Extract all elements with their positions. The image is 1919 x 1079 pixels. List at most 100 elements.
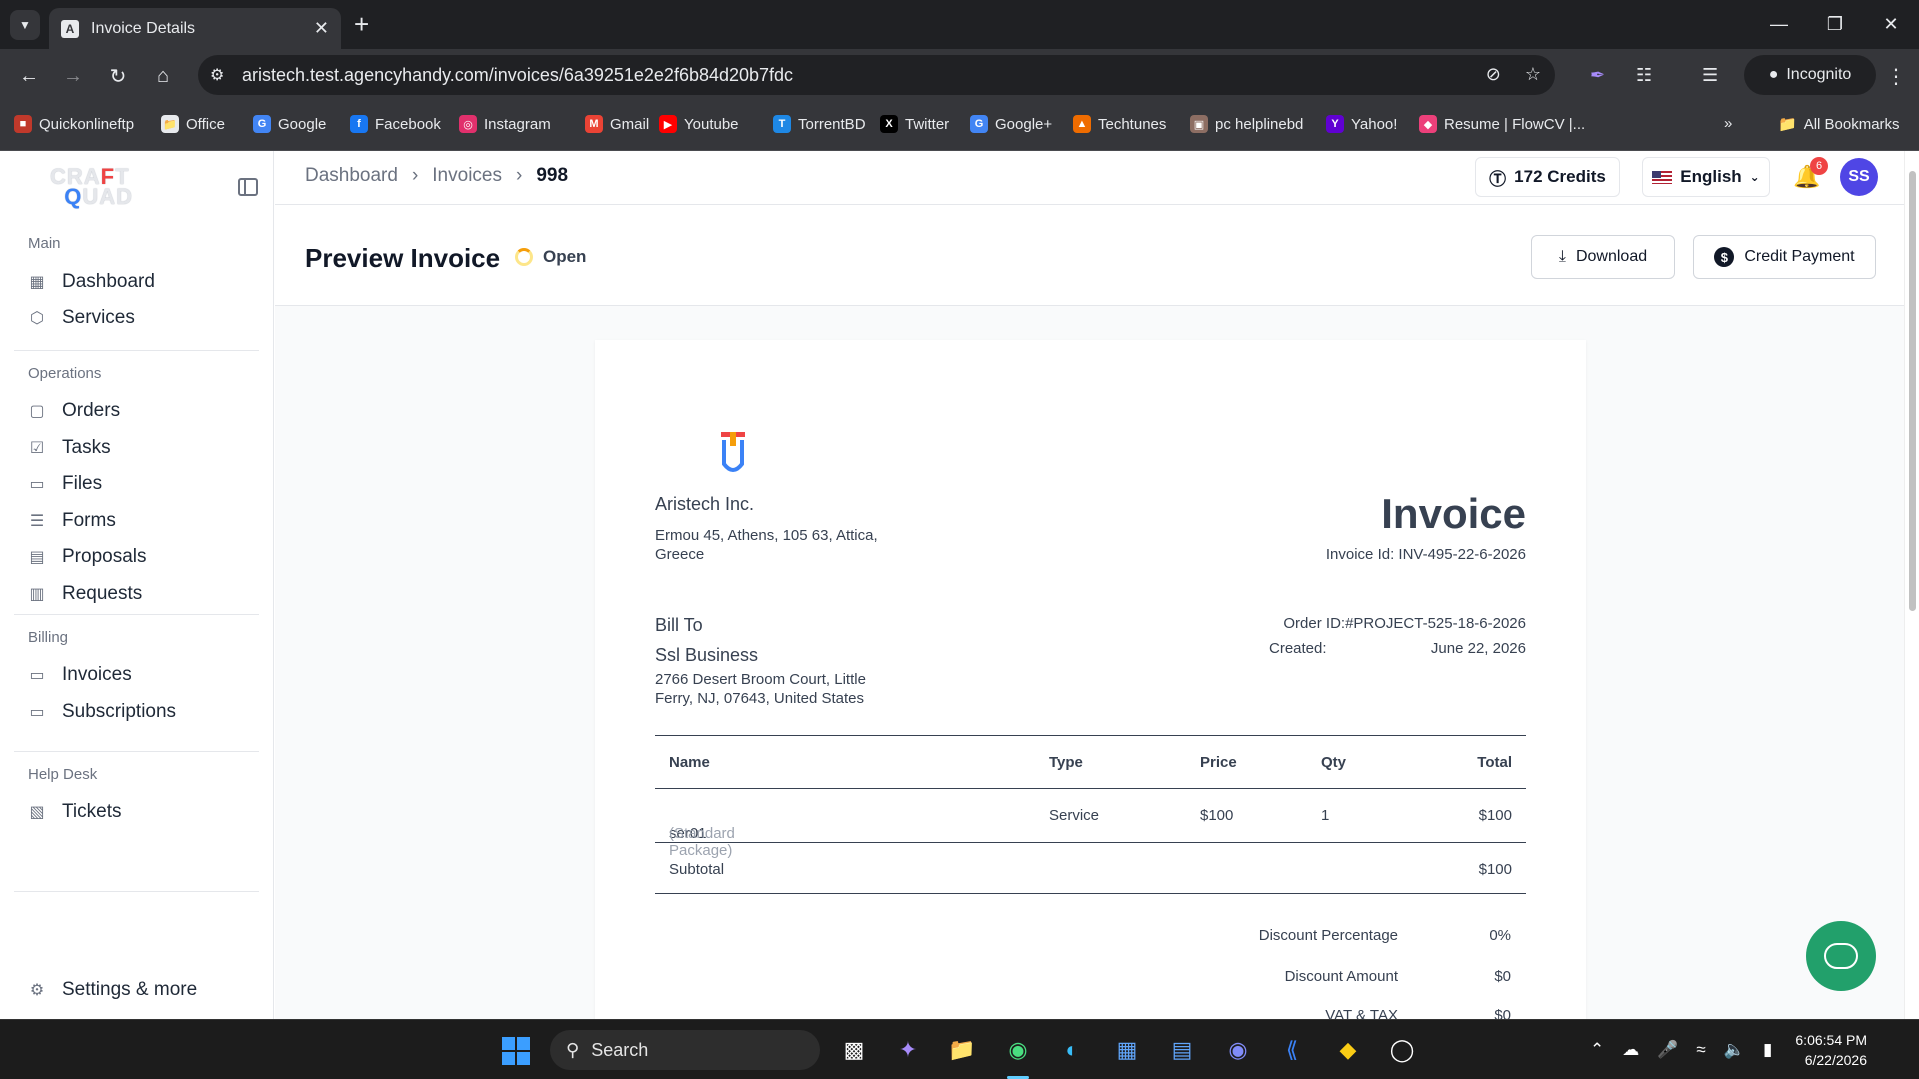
bookmark-label: Youtube bbox=[684, 115, 739, 133]
summary-label: Discount Percentage bbox=[1258, 927, 1398, 944]
download-button[interactable]: ⤓ Download bbox=[1531, 235, 1675, 279]
sidebar-item-files[interactable]: ▭ Files bbox=[28, 469, 102, 499]
summary-value: $0 bbox=[1494, 968, 1511, 985]
sidebar-item-proposals[interactable]: ▤ Proposals bbox=[28, 542, 146, 572]
language-select[interactable]: English ⌄ bbox=[1642, 157, 1770, 197]
store-icon[interactable]: ▦ bbox=[1109, 1032, 1145, 1068]
tab-search-button[interactable]: ▼ bbox=[10, 10, 40, 40]
new-tab-plus-icon[interactable]: + bbox=[354, 11, 369, 37]
notepad-icon[interactable]: ▤ bbox=[1164, 1032, 1200, 1068]
close-window-icon[interactable]: ✕ bbox=[1863, 0, 1919, 49]
page-scrollbar[interactable] bbox=[1904, 151, 1919, 1019]
app-ring-icon[interactable]: ◯ bbox=[1384, 1032, 1420, 1068]
bill-to-label: Bill To bbox=[655, 615, 703, 635]
copilot-icon[interactable]: ✦ bbox=[890, 1032, 926, 1068]
messenger-icon[interactable]: ◉ bbox=[1220, 1032, 1256, 1068]
reload-icon[interactable]: ↻ bbox=[103, 61, 133, 91]
bookmark-item[interactable]: ▲ Techtunes bbox=[1073, 115, 1166, 133]
cube-icon: ⬡ bbox=[30, 310, 44, 327]
breadcrumb-dashboard[interactable]: Dashboard bbox=[305, 165, 398, 187]
bookmark-item[interactable]: ▣ pc helplinebd bbox=[1190, 115, 1303, 133]
minimize-icon[interactable]: — bbox=[1751, 0, 1807, 49]
sidebar-section-label: Help Desk bbox=[28, 766, 98, 783]
dollar-coin-icon: Ⓣ bbox=[1489, 169, 1507, 189]
battery-icon[interactable]: ▮ bbox=[1763, 1040, 1772, 1060]
window-controls: — ❐ ✕ bbox=[1751, 0, 1919, 49]
bookmark-item[interactable]: f Facebook bbox=[350, 115, 441, 133]
url-bar[interactable]: ⚙ aristech.test.agencyhandy.com/invoices… bbox=[198, 55, 1555, 95]
star-icon[interactable]: ☆ bbox=[1525, 64, 1541, 85]
task-view-icon[interactable]: ▩ bbox=[836, 1032, 872, 1068]
bookmark-item[interactable]: X Twitter bbox=[880, 115, 949, 133]
browser-tab-active[interactable]: A Invoice Details ✕ bbox=[49, 8, 341, 49]
vscode-icon[interactable]: ⟪ bbox=[1274, 1032, 1310, 1068]
media-queue-icon[interactable]: ☰ bbox=[1702, 65, 1718, 86]
bookmark-item[interactable]: G Google bbox=[253, 115, 326, 133]
sidebar-item-tickets[interactable]: ▧ Tickets bbox=[28, 797, 121, 827]
breadcrumb-invoices[interactable]: Invoices bbox=[432, 165, 502, 187]
bookmark-item[interactable]: ■ Quickonlineftp bbox=[14, 115, 134, 133]
scroll-thumb[interactable] bbox=[1909, 171, 1916, 611]
settings-more-link[interactable]: ⚙ Settings & more bbox=[28, 975, 197, 1005]
credits-label: 172 Credits bbox=[1514, 167, 1606, 186]
all-bookmarks-button[interactable]: 📁 All Bookmarks bbox=[1778, 115, 1900, 134]
bookmark-label: Office bbox=[186, 115, 225, 133]
credits-button[interactable]: Ⓣ 172 Credits bbox=[1475, 157, 1620, 197]
download-icon: ⤓ bbox=[1558, 248, 1566, 265]
sidebar-item-invoices[interactable]: ▭ Invoices bbox=[28, 660, 131, 690]
menu-kebab-icon[interactable]: ⋮ bbox=[1886, 64, 1906, 89]
sidebar-item-tasks[interactable]: ☑ Tasks bbox=[28, 433, 111, 463]
col-name: Name bbox=[669, 754, 710, 771]
sidebar-item-forms[interactable]: ☰ Forms bbox=[28, 506, 116, 536]
wifi-icon[interactable]: ≈ bbox=[1696, 1040, 1705, 1060]
eye-off-icon[interactable]: ⊘ bbox=[1486, 64, 1501, 85]
taskbar-clock[interactable]: 6:06:54 PM 6/22/2026 bbox=[1795, 1030, 1867, 1070]
windows-start-icon[interactable] bbox=[502, 1037, 530, 1065]
status-label: Open bbox=[543, 247, 587, 266]
bookmark-item[interactable]: ◎ Instagram bbox=[459, 115, 551, 133]
subtotal-value: $100 bbox=[1478, 861, 1512, 878]
extension-feather-icon[interactable]: ✒ bbox=[1590, 65, 1605, 86]
file-explorer-icon[interactable]: 📁 bbox=[944, 1032, 980, 1068]
chat-launcher-button[interactable] bbox=[1806, 921, 1876, 991]
close-icon[interactable]: ✕ bbox=[314, 18, 329, 39]
bookmark-item[interactable]: 📁 Office bbox=[161, 115, 225, 133]
summary-value: 0% bbox=[1489, 927, 1511, 944]
bookmark-item[interactable]: ▶ Youtube bbox=[659, 115, 739, 133]
microphone-icon[interactable]: 🎤 bbox=[1657, 1040, 1678, 1060]
extensions-puzzle-icon[interactable]: ☷ bbox=[1636, 65, 1652, 86]
bookmark-item[interactable]: ◆ Resume | FlowCV |... bbox=[1419, 115, 1585, 133]
chevron-down-icon: ▼ bbox=[19, 18, 31, 32]
bookmark-item[interactable]: Y Yahoo! bbox=[1326, 115, 1397, 133]
avatar[interactable]: SS bbox=[1840, 158, 1878, 196]
bookmark-item[interactable]: T TorrentBD bbox=[773, 115, 866, 133]
site-info-icon[interactable]: ⚙ bbox=[210, 65, 224, 85]
credit-payment-label: Credit Payment bbox=[1744, 248, 1855, 265]
sidebar-item-services[interactable]: ⬡ Services bbox=[28, 303, 135, 333]
restore-icon[interactable]: ❐ bbox=[1807, 0, 1863, 49]
sidebar-section-label: Operations bbox=[28, 365, 102, 382]
bookmark-label: Google bbox=[278, 115, 327, 133]
forward-arrow-icon[interactable]: → bbox=[58, 61, 88, 91]
more-bookmarks-icon[interactable]: » bbox=[1724, 115, 1732, 132]
sidebar-item-subscriptions[interactable]: ▭ Subscriptions bbox=[28, 697, 176, 727]
bookmark-item[interactable]: M Gmail bbox=[585, 115, 649, 133]
windows-taskbar: ⚲ Search ▩ ✦ 📁 ◉ ◐ ▦ ▤ ◉ ⟪ ◆ ◯ ⌃ ☁ 🎤 ≈ 🔈… bbox=[0, 1019, 1919, 1079]
chrome-icon[interactable]: ◉ bbox=[1000, 1032, 1036, 1068]
incognito-badge[interactable]: ● Incognito bbox=[1744, 55, 1876, 95]
back-arrow-icon[interactable]: ← bbox=[14, 61, 44, 91]
sidebar-item-requests[interactable]: ▥ Requests bbox=[28, 579, 142, 609]
home-icon[interactable]: ⌂ bbox=[148, 61, 178, 91]
sidebar-collapse-icon[interactable] bbox=[238, 178, 258, 196]
chevron-up-icon[interactable]: ⌃ bbox=[1590, 1040, 1604, 1060]
speaker-icon[interactable]: 🔈 bbox=[1724, 1040, 1745, 1060]
bookmark-label: Twitter bbox=[905, 115, 950, 133]
bookmark-item[interactable]: G Google+ bbox=[970, 115, 1052, 133]
sidebar-item-orders[interactable]: ▢ Orders bbox=[28, 396, 120, 426]
sidebar-item-dashboard[interactable]: ▦ Dashboard bbox=[28, 267, 155, 297]
taskbar-search[interactable]: ⚲ Search bbox=[550, 1030, 820, 1070]
credit-payment-button[interactable]: $ Credit Payment bbox=[1693, 235, 1876, 279]
app-diamond-icon[interactable]: ◆ bbox=[1330, 1032, 1366, 1068]
edge-icon[interactable]: ◐ bbox=[1054, 1032, 1090, 1068]
cloud-icon[interactable]: ☁ bbox=[1622, 1040, 1639, 1060]
